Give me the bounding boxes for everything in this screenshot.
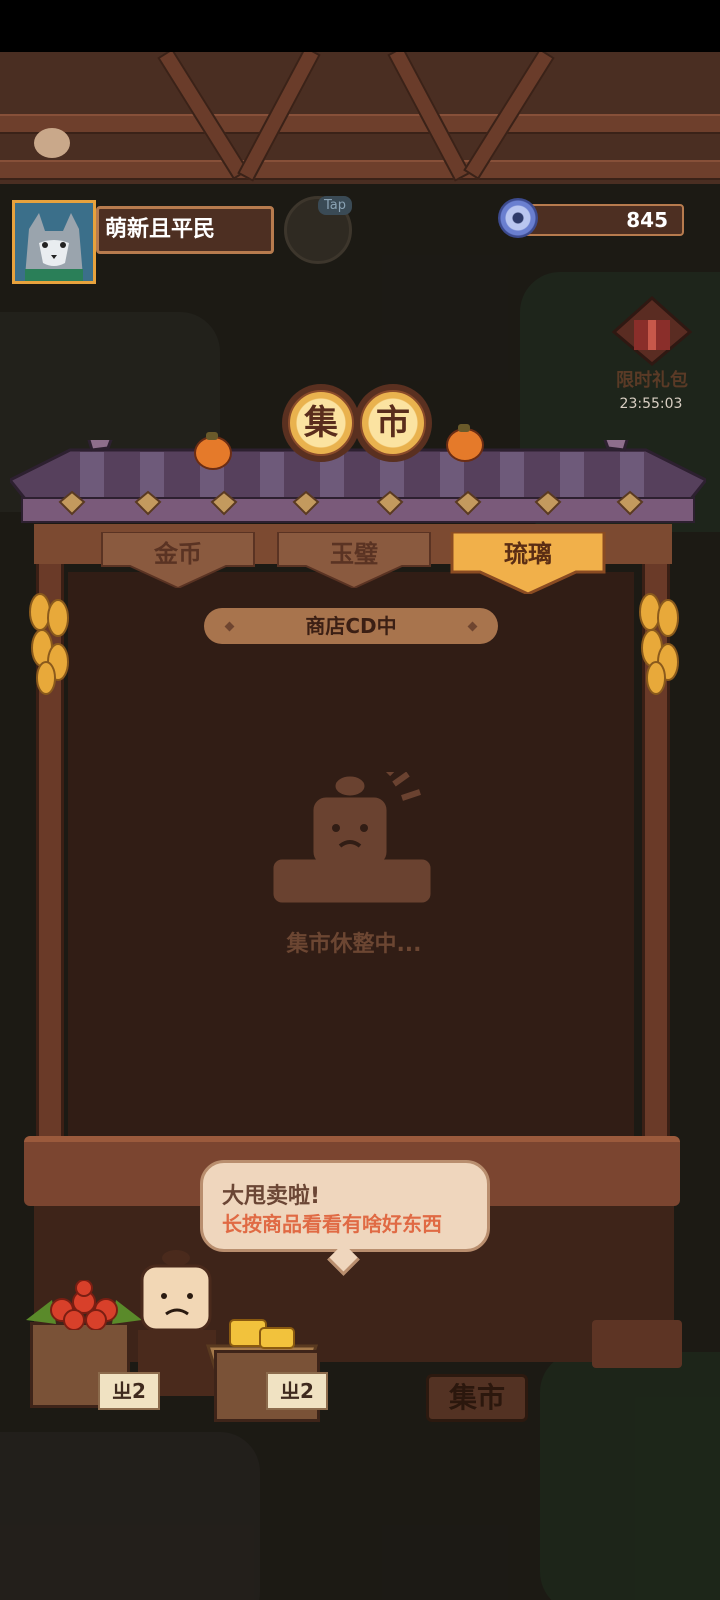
persimmon-icon xyxy=(194,432,232,470)
tab-glaze[interactable]: 琉璃 xyxy=(450,532,606,594)
gift-box-icon[interactable] xyxy=(612,296,692,366)
gift-timer: 23:55:03 xyxy=(619,396,683,412)
shop-cooldown-pill: 商店CD中 xyxy=(204,608,498,644)
title-char: 集 xyxy=(288,390,354,456)
price-tag: ㄓ2 xyxy=(98,1372,160,1410)
currency-counter: 845 xyxy=(520,204,684,236)
player-avatar[interactable] xyxy=(12,200,96,284)
title-coin: 集 xyxy=(282,384,360,462)
persimmon-icon xyxy=(446,424,484,462)
status-bar xyxy=(0,0,720,52)
glass-disc-icon xyxy=(498,198,538,238)
title-coin: 市 xyxy=(354,384,432,462)
tap-label: Tap xyxy=(318,196,353,215)
tab-jade[interactable]: 玉璧 xyxy=(276,532,432,588)
market-button[interactable]: 集市 xyxy=(426,1374,528,1422)
cooldown-label: 商店CD中 xyxy=(305,614,397,638)
price-tag: ㄓ2 xyxy=(266,1372,328,1410)
limited-gift-label[interactable]: 限时礼包 xyxy=(606,366,698,392)
title-char: 市 xyxy=(360,390,426,456)
tab-label: 金币 xyxy=(154,540,202,568)
roof-beams xyxy=(0,52,720,184)
tab-label: 琉璃 xyxy=(504,540,552,568)
tab-gold-coin[interactable]: 金币 xyxy=(100,532,256,588)
empty-status-text: 集市休整中... xyxy=(286,932,422,957)
resting-vendor-icon xyxy=(273,772,431,903)
corn-icon xyxy=(639,593,679,695)
bubble-title: 大甩卖啦! xyxy=(222,1184,321,1209)
corn-icon xyxy=(29,593,69,695)
stall-front-leg xyxy=(592,1320,682,1368)
bubble-subtitle: 长按商品看看有啥好东西 xyxy=(222,1212,442,1236)
tab-label: 玉璧 xyxy=(330,540,378,568)
player-name[interactable]: 萌新且平民 xyxy=(96,206,274,254)
